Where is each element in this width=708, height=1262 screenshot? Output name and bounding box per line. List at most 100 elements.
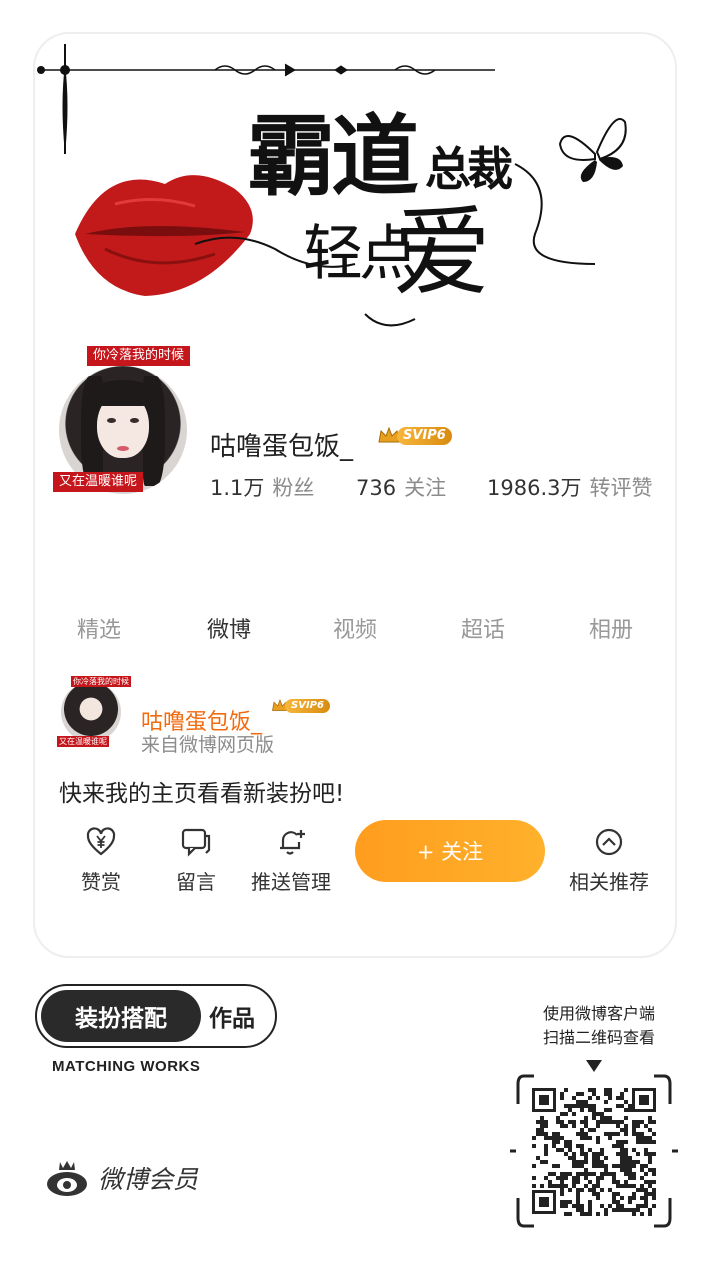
- qr-module: [616, 1152, 620, 1156]
- avatar-tag-top: 你冷落我的时候: [87, 346, 191, 366]
- reward-button[interactable]: 赞赏: [51, 826, 151, 895]
- qr-module: [592, 1116, 596, 1120]
- qr-module: [624, 1088, 628, 1092]
- qr-module: [532, 1164, 536, 1168]
- profile-avatar[interactable]: 你冷落我的时候 又在温暖谁呢: [49, 346, 199, 496]
- qr-module: [652, 1188, 656, 1192]
- qr-module: [572, 1120, 576, 1124]
- qr-module: [632, 1192, 636, 1196]
- qr-module: [576, 1188, 580, 1192]
- qr-module: [592, 1164, 596, 1168]
- vip-badge[interactable]: SVIP6: [377, 426, 452, 446]
- qr-module: [640, 1188, 644, 1192]
- post-avatar[interactable]: 你冷落我的时候 又在温暖谁呢: [57, 674, 131, 748]
- qr-module: [588, 1172, 592, 1176]
- push-settings-button[interactable]: 推送管理: [241, 826, 341, 895]
- qr-module: [564, 1144, 568, 1148]
- qr-module: [588, 1148, 592, 1152]
- qr-module: [652, 1192, 656, 1196]
- tab-supertopic[interactable]: 超话: [461, 612, 505, 644]
- qr-module: [560, 1184, 564, 1188]
- qr-module: [604, 1088, 608, 1092]
- qr-module: [584, 1212, 588, 1216]
- qr-module: [584, 1160, 588, 1164]
- qr-module: [580, 1136, 584, 1140]
- tab-album[interactable]: 相册: [589, 612, 633, 644]
- tab-featured[interactable]: 精选: [77, 612, 121, 644]
- push-settings-label: 推送管理: [251, 870, 331, 894]
- qr-module: [620, 1164, 624, 1168]
- qr-module: [628, 1164, 632, 1168]
- qr-module: [564, 1212, 568, 1216]
- qr-module: [560, 1200, 564, 1204]
- qr-module: [628, 1184, 632, 1188]
- qr-module: [584, 1100, 588, 1104]
- qr-module: [580, 1092, 584, 1096]
- qr-module: [568, 1212, 572, 1216]
- qr-module: [552, 1172, 556, 1176]
- qr-module: [620, 1156, 624, 1160]
- reward-label: 赞赏: [81, 870, 121, 894]
- follow-button[interactable]: + 关注: [355, 820, 545, 882]
- qr-module: [624, 1108, 628, 1112]
- qr-module: [540, 1132, 544, 1136]
- qr-module: [572, 1104, 576, 1108]
- qr-module: [568, 1108, 572, 1112]
- tab-weibo[interactable]: 微博: [207, 612, 251, 644]
- qr-module: [620, 1208, 624, 1212]
- qr-module: [616, 1124, 620, 1128]
- qr-module: [604, 1208, 608, 1212]
- qr-module: [620, 1120, 624, 1124]
- qr-code[interactable]: [510, 1074, 678, 1228]
- qr-module: [592, 1092, 596, 1096]
- stat-interactions-value: 1986.3万: [487, 476, 582, 500]
- comment-button[interactable]: 留言: [146, 826, 246, 895]
- qr-module: [588, 1208, 592, 1212]
- qr-module: [612, 1192, 616, 1196]
- qr-module: [556, 1136, 560, 1140]
- qr-module: [544, 1124, 548, 1128]
- qr-module: [600, 1164, 604, 1168]
- qr-module: [572, 1180, 576, 1184]
- qr-module: [564, 1176, 568, 1180]
- qr-module: [548, 1180, 552, 1184]
- qr-module: [568, 1188, 572, 1192]
- stat-interactions[interactable]: 1986.3万 转评赞: [487, 472, 652, 502]
- qr-module: [632, 1196, 636, 1200]
- qr-module: [624, 1168, 628, 1172]
- qr-module: [588, 1200, 592, 1204]
- qr-module: [592, 1188, 596, 1192]
- qr-module: [580, 1152, 584, 1156]
- tab-video[interactable]: 视频: [333, 612, 377, 644]
- stat-following[interactable]: 736 关注: [356, 472, 446, 502]
- qr-module: [624, 1128, 628, 1132]
- post-vip-badge[interactable]: SVIP6: [271, 698, 330, 714]
- qr-module: [604, 1172, 608, 1176]
- qr-module: [612, 1196, 616, 1200]
- profile-banner: 霸道 总裁 轻点 爱: [35, 34, 675, 354]
- qr-module: [540, 1128, 544, 1132]
- qr-module: [568, 1148, 572, 1152]
- qr-module: [532, 1184, 536, 1188]
- stat-fans[interactable]: 1.1万 粉丝: [210, 472, 314, 502]
- qr-module: [652, 1172, 656, 1176]
- qr-module: [636, 1160, 640, 1164]
- qr-module: [652, 1140, 656, 1144]
- profile-username[interactable]: 咕噜蛋包饭_: [210, 426, 353, 463]
- qr-module: [592, 1160, 596, 1164]
- qr-module: [572, 1124, 576, 1128]
- qr-module: [624, 1124, 628, 1128]
- qr-module: [628, 1200, 632, 1204]
- related-recommend-button[interactable]: 相关推荐: [559, 826, 659, 895]
- qr-module: [560, 1180, 564, 1184]
- qr-module: [636, 1188, 640, 1192]
- qr-module: [584, 1172, 588, 1176]
- qr-module: [564, 1140, 568, 1144]
- qr-module: [608, 1204, 612, 1208]
- qr-module: [588, 1128, 592, 1132]
- qr-module: [556, 1176, 560, 1180]
- qr-module: [592, 1104, 596, 1108]
- qr-module: [576, 1200, 580, 1204]
- qr-module: [580, 1108, 584, 1112]
- qr-module: [552, 1184, 556, 1188]
